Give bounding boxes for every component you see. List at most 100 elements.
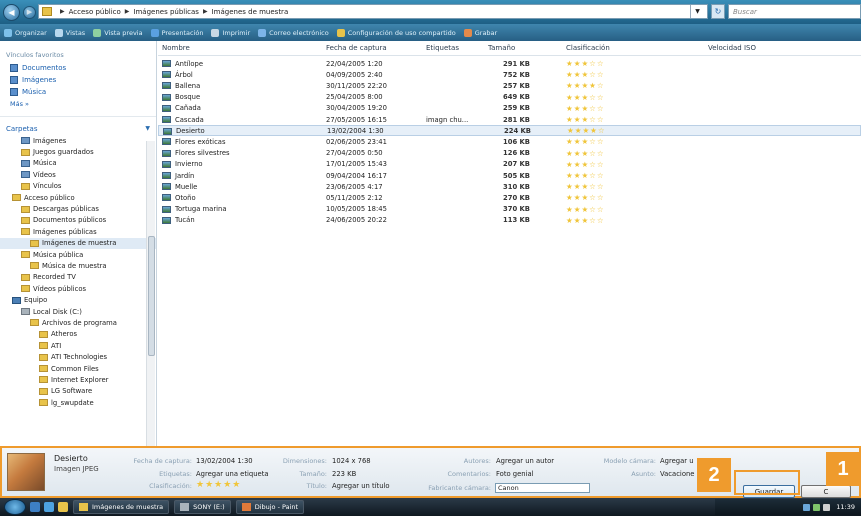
address-dropdown-icon[interactable]: ▼ — [690, 5, 704, 18]
tree-item[interactable]: Música pública — [0, 249, 156, 260]
toolbar-email-button[interactable]: Correo electrónico — [258, 28, 329, 37]
file-row[interactable]: Flores silvestres 27/04/2005 0:50 126 KB ★★… — [158, 148, 861, 159]
forward-icon[interactable]: ▶ — [23, 5, 36, 19]
tree-item[interactable]: Internet Explorer — [0, 374, 156, 385]
switch-windows-icon[interactable] — [58, 502, 68, 512]
camera-model-value[interactable]: Agregar u — [660, 457, 694, 465]
comments-value[interactable]: Foto genial — [496, 470, 534, 478]
rating-stars[interactable]: ★★★☆☆ — [566, 149, 605, 158]
tree-item[interactable]: Música — [0, 158, 156, 169]
rating-stars[interactable]: ★★★☆☆ — [566, 182, 605, 191]
tree-item[interactable]: Archivos de programa — [0, 317, 156, 328]
rating-stars[interactable]: ★★★☆☆ — [566, 137, 605, 146]
rating-stars[interactable]: ★★★☆☆ — [566, 93, 605, 102]
file-row[interactable]: Otoño 05/11/2005 2:12 270 KB ★★★☆☆ — [158, 192, 861, 203]
file-row[interactable]: Invierno 17/01/2005 15:43 207 KB ★★★☆☆ — [158, 159, 861, 170]
rating-stars[interactable]: ★★★☆☆ — [566, 171, 605, 180]
rating-stars[interactable]: ★★★☆☆ — [566, 216, 605, 225]
tree-item[interactable]: lg_swupdate — [0, 397, 156, 408]
folders-header[interactable]: Carpetas ▼ — [0, 116, 156, 135]
task-paint[interactable]: Dibujo - Paint — [235, 500, 305, 514]
breadcrumb-item[interactable]: Acceso público — [69, 8, 121, 16]
tree-item[interactable]: Imágenes — [0, 135, 156, 146]
cancel-button[interactable]: C — [801, 485, 851, 498]
camera-maker-input[interactable]: Canon — [495, 483, 590, 493]
rating-stars[interactable]: ★★★☆☆ — [566, 59, 605, 68]
toolbar-views-button[interactable]: Vistas — [54, 28, 85, 37]
scrollbar-thumb[interactable] — [148, 236, 155, 356]
file-row[interactable]: Bosque 25/04/2005 8:00 649 KB ★★★☆☆ — [158, 92, 861, 103]
power-icon[interactable] — [823, 503, 831, 511]
breadcrumb-item[interactable]: Imágenes de muestra — [212, 8, 289, 16]
column-header-iso[interactable]: Velocidad ISO — [708, 44, 756, 52]
show-desktop-icon[interactable] — [30, 502, 40, 512]
internet-explorer-icon[interactable] — [44, 502, 54, 512]
file-row[interactable]: Antílope 22/04/2005 1:20 291 KB ★★★☆☆ — [158, 58, 861, 69]
rating-stars[interactable]: ★★★☆☆ — [566, 193, 605, 202]
file-row[interactable]: Tucán 24/06/2005 20:22 113 KB ★★★☆☆ — [158, 215, 861, 226]
tree-item[interactable]: Imágenes de muestra — [0, 237, 156, 249]
tree-item[interactable]: Descargas públicas — [0, 203, 156, 214]
rating-stars[interactable]: ★★★★☆ — [566, 81, 605, 90]
back-icon[interactable]: ◀ — [3, 3, 20, 21]
tree-item[interactable]: LG Software — [0, 386, 156, 397]
title-value[interactable]: Agregar un título — [332, 482, 390, 490]
volume-icon[interactable] — [813, 503, 821, 511]
file-row[interactable]: Tortuga marina 10/05/2005 18:45 370 KB ★★★☆… — [158, 204, 861, 215]
tree-item[interactable]: Recorded TV — [0, 272, 156, 283]
rating-stars[interactable]: ★★★☆☆ — [566, 205, 605, 214]
toolbar-share-button[interactable]: Configuración de uso compartido — [336, 28, 456, 37]
network-icon[interactable] — [803, 503, 811, 511]
toolbar-slideshow-button[interactable]: Presentación — [150, 28, 203, 37]
tree-item[interactable]: Vídeos públicos — [0, 283, 156, 294]
file-row[interactable]: Cascada 27/05/2005 16:15 imagn chu... 281 K… — [158, 114, 861, 125]
rating-stars[interactable]: ★★★☆☆ — [566, 115, 605, 124]
tree-item[interactable]: Equipo — [0, 294, 156, 305]
tree-item[interactable]: Local Disk (C:) — [0, 306, 156, 317]
file-row[interactable]: Ballena 30/11/2005 22:20 257 KB ★★★★☆ — [158, 80, 861, 91]
task-explorer[interactable]: Imágenes de muestra — [73, 500, 170, 514]
toolbar-organize-button[interactable]: Organizar — [4, 28, 47, 37]
column-header-date[interactable]: Fecha de captura — [326, 44, 387, 52]
rating-stars[interactable]: ★★★★☆ — [567, 126, 606, 135]
file-row[interactable]: Árbol 04/09/2005 2:40 752 KB ★★★☆☆ — [158, 69, 861, 80]
folder-scrollbar[interactable] — [146, 141, 155, 483]
chevron-down-icon[interactable]: ▼ — [145, 125, 150, 132]
rating-stars[interactable]: ★★★☆☆ — [566, 104, 605, 113]
tree-item[interactable]: Common Files — [0, 363, 156, 374]
file-row[interactable]: Muelle 23/06/2005 4:17 310 KB ★★★☆☆ — [158, 181, 861, 192]
tree-item[interactable]: ATI — [0, 340, 156, 351]
tree-item[interactable]: ATI Technologies — [0, 351, 156, 362]
column-header-tags[interactable]: Etiquetas — [426, 44, 459, 52]
favorite-music[interactable]: Música — [0, 86, 156, 98]
column-header-rating[interactable]: Clasificación — [566, 44, 610, 52]
favorite-documents[interactable]: Documentos — [0, 62, 156, 74]
toolbar-burn-button[interactable]: Grabar — [463, 28, 497, 37]
subject-value[interactable]: Vacacione — [660, 470, 694, 478]
tree-item[interactable]: Música de muestra — [0, 260, 156, 271]
start-button[interactable] — [4, 499, 26, 515]
tree-item[interactable]: Vídeos — [0, 169, 156, 180]
file-row[interactable]: Flores exóticas 02/06/2005 23:41 106 KB ★★★… — [158, 136, 861, 147]
address-bar[interactable]: ▶ Acceso público ▶ Imágenes públicas ▶ I… — [38, 4, 708, 19]
tree-item[interactable]: Imágenes públicas — [0, 226, 156, 237]
authors-value[interactable]: Agregar un autor — [496, 457, 554, 465]
tree-item[interactable]: Juegos guardados — [0, 146, 156, 157]
search-input[interactable]: Buscar — [728, 4, 861, 19]
rating-stars[interactable]: ★★★☆☆ — [566, 160, 605, 169]
file-row[interactable]: Jardín 09/04/2004 16:17 505 KB ★★★☆☆ — [158, 170, 861, 181]
tree-item[interactable]: Acceso público — [0, 192, 156, 203]
tree-item[interactable]: Documentos públicos — [0, 215, 156, 226]
more-link[interactable]: Más » — [0, 98, 156, 110]
tree-item[interactable]: Atheros — [0, 329, 156, 340]
favorite-pictures[interactable]: Imágenes — [0, 74, 156, 86]
column-header-size[interactable]: Tamaño — [488, 44, 515, 52]
task-drive[interactable]: SONY (E:) — [174, 500, 231, 514]
rating-stars[interactable]: ★★★☆☆ — [566, 70, 605, 79]
toolbar-preview-button[interactable]: Vista previa — [93, 28, 143, 37]
refresh-icon[interactable]: ↻ — [711, 4, 725, 19]
toolbar-printer-button[interactable]: Imprimir — [211, 28, 250, 37]
rating-stars[interactable]: ★★★★★ — [196, 480, 241, 490]
clock[interactable]: 11:39 — [836, 503, 855, 511]
file-row[interactable]: Desierto 13/02/2004 1:30 224 KB ★★★★☆ — [158, 125, 861, 137]
